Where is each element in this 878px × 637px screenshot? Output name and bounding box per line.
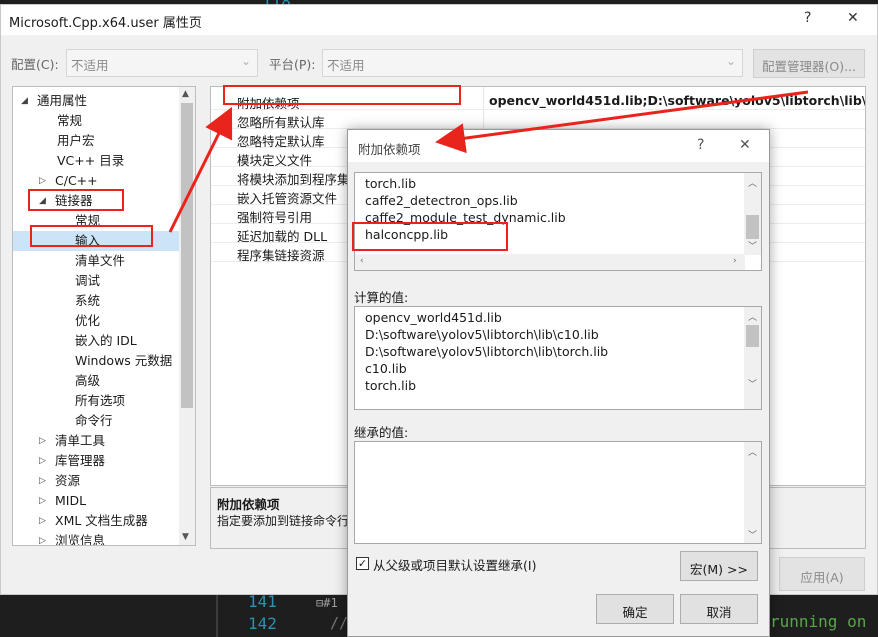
annotation-arrow-value-to-dialog <box>435 90 809 154</box>
annotation-arrows <box>168 90 809 233</box>
screen: 118 141 142 ⊟#1 // Microsoft.Cpp.x64.use… <box>0 0 878 637</box>
annotation-arrow-input-to-deps <box>168 106 233 233</box>
